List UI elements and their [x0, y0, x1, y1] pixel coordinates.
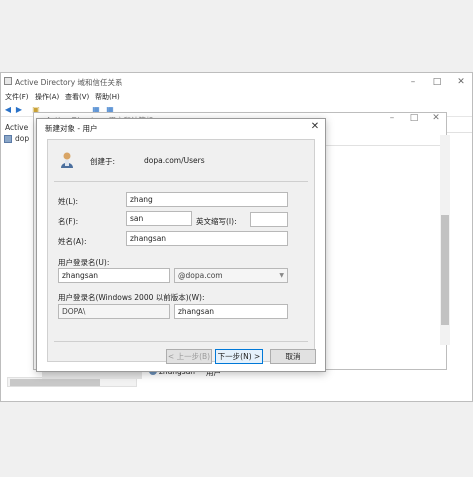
tree-item-dopa[interactable]: dop — [15, 134, 29, 143]
mid-close-icon[interactable]: ✕ — [428, 113, 444, 125]
domain-select[interactable]: @dopa.com ▼ — [174, 268, 288, 283]
full-name-field[interactable]: zhangsan — [126, 231, 288, 246]
back-button[interactable]: < 上一步(B) — [166, 349, 212, 364]
dialog-content: 创建于: dopa.com/Users 姓(L): zhang 名(F): sa… — [47, 139, 316, 364]
created-in-label: 创建于: — [90, 157, 116, 166]
new-user-dialog: 新建对象 - 用户 ✕ 创建于: dopa.com/Users 姓(L): zh… — [36, 118, 326, 372]
pre2000-name-field[interactable]: zhangsan — [174, 304, 288, 319]
app-icon — [4, 77, 12, 85]
tree-pane: Active dop — [3, 119, 37, 389]
first-name-label: 名(F): — [58, 217, 79, 226]
mid-minimize-icon[interactable]: – — [384, 113, 400, 125]
minimize-icon[interactable]: – — [403, 75, 423, 89]
vertical-scrollbar[interactable] — [440, 135, 450, 345]
logon-name-field[interactable]: zhangsan — [58, 268, 170, 283]
logon-name-label: 用户登录名(U): — [58, 258, 110, 267]
initials-label: 英文缩写(I): — [196, 217, 237, 226]
forward-arrow-icon[interactable]: ▶ — [14, 105, 24, 115]
separator — [54, 181, 308, 182]
outer-titlebar: Active Directory 域和信任关系 – □ ✕ — [1, 73, 472, 91]
last-name-label: 姓(L): — [58, 197, 79, 206]
last-name-field[interactable]: zhang — [126, 192, 288, 207]
maximize-icon[interactable]: □ — [427, 75, 447, 89]
cancel-button[interactable]: 取消 — [270, 349, 316, 364]
dialog-title: 新建对象 - 用户 — [45, 124, 98, 133]
tree-item-active[interactable]: Active — [5, 123, 28, 132]
next-button[interactable]: 下一步(N) > — [215, 349, 263, 364]
menu-action[interactable]: 操作(A) — [35, 92, 59, 102]
menu-help[interactable]: 帮助(H) — [95, 92, 120, 102]
menu-view[interactable]: 查看(V) — [65, 92, 89, 102]
full-name-label: 姓名(A): — [58, 237, 87, 246]
back-arrow-icon[interactable]: ◀ — [3, 105, 13, 115]
pre2000-domain-field: DOPA\ — [58, 304, 170, 319]
close-icon[interactable]: ✕ — [451, 75, 471, 89]
domain-icon — [4, 135, 12, 143]
user-icon — [61, 152, 73, 168]
first-name-field[interactable]: san — [126, 211, 192, 226]
mid-hscroll[interactable] — [42, 371, 142, 379]
pre2000-label: 用户登录名(Windows 2000 以前版本)(W): — [58, 293, 205, 302]
menu-file[interactable]: 文件(F) — [5, 92, 29, 102]
menubar: 文件(F) 操作(A) 查看(V) 帮助(H) — [1, 91, 472, 103]
mid-maximize-icon[interactable]: □ — [406, 113, 422, 125]
domain-select-value: @dopa.com — [178, 271, 223, 280]
chevron-down-icon: ▼ — [279, 272, 284, 279]
dialog-close-icon[interactable]: ✕ — [307, 120, 323, 134]
vertical-scroll-thumb[interactable] — [441, 215, 449, 325]
separator — [54, 341, 308, 342]
horizontal-scroll-thumb[interactable] — [10, 379, 100, 386]
created-in-value: dopa.com/Users — [144, 156, 205, 165]
initials-field[interactable] — [250, 212, 288, 227]
outer-window-title: Active Directory 域和信任关系 — [15, 78, 123, 87]
